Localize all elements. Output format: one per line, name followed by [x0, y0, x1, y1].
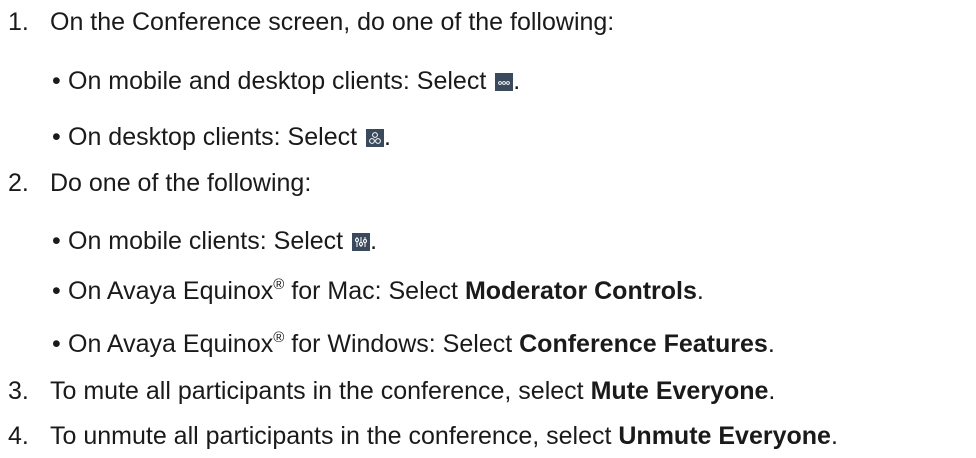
bullet-text: On Avaya Equinox — [68, 277, 274, 305]
bullet: • — [52, 67, 61, 95]
step-1-bullet-2: • On desktop clients: Select . — [0, 122, 391, 152]
ui-term-conference-features: Conference Features — [519, 330, 768, 358]
step-number: 1. — [8, 8, 29, 36]
bullet: • — [52, 277, 61, 305]
step-1: 1. On the Conference screen, do one of th… — [0, 7, 614, 37]
step-3: 3. To mute all participants in the confer… — [0, 376, 775, 406]
ui-term-unmute-everyone: Unmute Everyone — [618, 422, 831, 450]
bullet: • — [52, 123, 61, 151]
step-number: 2. — [8, 169, 29, 197]
bullet-after: . — [767, 330, 775, 358]
step-text: To mute all participants in the conferen… — [50, 377, 591, 405]
step-after: . — [830, 422, 838, 450]
step-1-bullet-1: • On mobile and desktop clients: Select . — [0, 66, 520, 96]
step-2-bullet-2: • On Avaya Equinox® for Mac: Select Moder… — [0, 276, 704, 306]
step-2: 2. Do one of the following: — [0, 168, 311, 198]
bullet-text: On desktop clients: Select — [68, 123, 364, 151]
step-number: 4. — [8, 422, 29, 450]
bullet: • — [52, 330, 61, 358]
bullet: • — [52, 227, 61, 255]
bullet-text: On Avaya Equinox — [68, 330, 274, 358]
step-number: 3. — [8, 377, 29, 405]
step-text: On the Conference screen, do one of the … — [50, 8, 615, 36]
bullet-after: . — [370, 227, 378, 255]
bullet-after: . — [696, 277, 704, 305]
bullet-text: On mobile clients: Select — [68, 227, 351, 255]
instruction-list: 1. On the Conference screen, do one of th… — [0, 0, 976, 458]
step-after: . — [768, 377, 776, 405]
step-text: To unmute all participants in the confer… — [50, 422, 619, 450]
ui-term-mute-everyone: Mute Everyone — [590, 377, 769, 405]
bullet-text-mid: for Windows: Select — [284, 330, 520, 358]
registered-mark: ® — [273, 276, 285, 293]
bullet-after: . — [383, 123, 391, 151]
bullet-after: . — [513, 67, 521, 95]
step-2-bullet-1: • On mobile clients: Select . — [0, 226, 377, 256]
step-4: 4. To unmute all participants in the conf… — [0, 421, 838, 451]
participants-icon — [365, 129, 384, 147]
bullet-text-mid: for Mac: Select — [284, 277, 465, 305]
step-text: Do one of the following: — [50, 169, 312, 197]
ui-term-moderator-controls: Moderator Controls — [464, 277, 697, 305]
controls-icon — [352, 233, 371, 251]
step-2-bullet-3: • On Avaya Equinox® for Windows: Select C… — [0, 329, 775, 359]
more-options-icon — [495, 73, 514, 91]
bullet-text: On mobile and desktop clients: Select — [68, 67, 494, 95]
registered-mark: ® — [273, 329, 285, 346]
